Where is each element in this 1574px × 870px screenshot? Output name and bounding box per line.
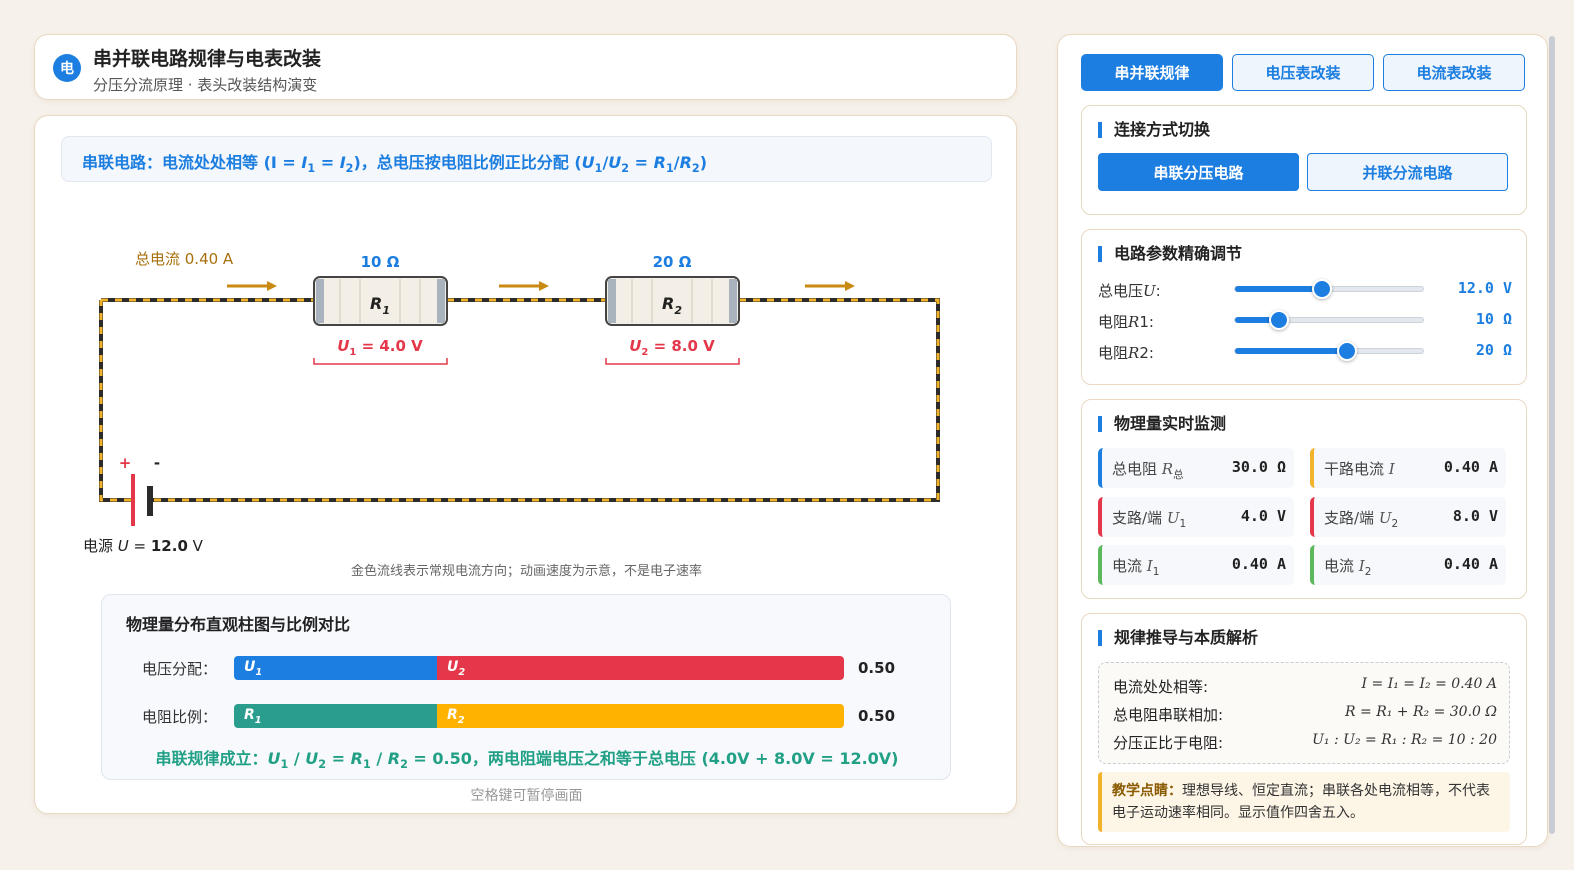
parallel-mode-button[interactable]: 并联分流电路 [1307,153,1508,191]
control-panel: 串并联规律 电压表改装 电流表改装 连接方式切换 串联分压电路 并联分流电路 电… [1057,34,1548,847]
monitor-section: 物理量实时监测 总电阻 R总 30.0 Ω 干路电流 I 0.40 A 支路/端… [1081,399,1527,599]
resistance-bar-row: 电阻比例： R1 R2 0.50 [142,704,922,728]
page-subtitle: 分压分流原理 · 表头改装结构演变 [93,76,318,94]
current-arrow [499,281,549,291]
voltage-slider[interactable] [1234,279,1424,299]
param-value: 10 Ω [1475,310,1512,328]
distribution-chart: 物理量分布直观柱图与比例对比 电压分配： U1 U2 0.50 电阻比例： R1… [101,594,951,780]
series-mode-button[interactable]: 串联分压电路 [1098,153,1299,191]
monitor-title: 物理量实时监测 [1098,416,1226,432]
param-r1: 电阻R1: 10 Ω [1098,308,1512,332]
tab-series-parallel[interactable]: 串并联规律 [1081,54,1223,91]
r1-slider[interactable] [1234,310,1424,330]
param-voltage: 总电压U: 12.0 V [1098,277,1512,301]
metric-u2: 支路/端 U2 8.0 V [1310,497,1506,537]
battery-symbol [131,474,153,526]
tab-voltmeter[interactable]: 电压表改装 [1232,54,1374,91]
derivation-row: 分压正比于电阻: U₁ : U₂ = R₁ : R₂ = 10 : 20 [1113,732,1497,752]
bar-segment-u2: U2 [437,656,844,680]
resistance-ratio-value: 0.50 [858,707,896,725]
circuit-card: 串联电路：电流处处相等 (I = I1 = I2)，总电压按电阻比例正比分配 (… [34,115,1017,814]
circuit-caption: 金色流线表示常规电流方向；动画速度为示意，不是电子速率 [350,564,702,579]
r2-value-label: 20 Ω [653,253,692,271]
formula-bar: 串联电路：电流处处相等 (I = I1 = I2)，总电压按电阻比例正比分配 (… [61,136,992,182]
params-section: 电路参数精确调节 总电压U: 12.0 V 电阻R1: 10 Ω 电阻R2: 2… [1081,229,1527,385]
circuit-wire [99,298,940,502]
source-voltage-label: 电源 U = 12.0 V [83,537,204,555]
connection-title: 连接方式切换 [1098,122,1210,138]
derivation-title: 规律推导与本质解析 [1098,630,1258,646]
voltage-ratio-value: 0.50 [858,659,896,677]
derivation-row: 电流处处相等: I = I₁ = I₂ = 0.40 A [1113,676,1497,696]
slider-handle[interactable] [1312,279,1333,299]
battery-plus: + [119,454,132,472]
metric-u1: 支路/端 U1 4.0 V [1098,497,1294,537]
circuit-diagram: 总电流 0.40 A 10 Ω R1 U1 = 4.0 V 20 Ω R2 U2… [83,250,940,555]
derivation-section: 规律推导与本质解析 电流处处相等: I = I₁ = I₂ = 0.40 A 总电… [1081,613,1527,845]
pause-hint: 空格键可暂停画面 [470,788,583,804]
page-scrollbar[interactable] [1549,36,1555,834]
app-logo-icon: 电 [53,54,81,82]
metric-total-resistance: 总电阻 R总 30.0 Ω [1098,448,1294,488]
derivation-box: 电流处处相等: I = I₁ = I₂ = 0.40 A 总电阻串联相加: R = … [1098,662,1510,764]
total-current-label: 总电流 0.40 A [135,250,234,268]
param-label: 电阻R1: [1098,313,1154,331]
param-r2: 电阻R2: 20 Ω [1098,339,1512,363]
slider-handle[interactable] [1268,310,1289,330]
slider-handle[interactable] [1337,341,1358,361]
r2-label: R [662,294,674,313]
header-card: 电 串并联电路规律与电表改装 分压分流原理 · 表头改装结构演变 [34,34,1017,100]
resistor-r1[interactable]: R1 [313,276,448,326]
r1-value-label: 10 Ω [361,253,400,271]
param-value: 20 Ω [1475,341,1512,359]
bar-segment-r2: R2 [437,704,844,728]
bar-segment-r1: R1 [234,704,437,728]
current-arrow [805,281,855,291]
resistance-bar-label: 电阻比例： [142,708,218,726]
page-title: 串并联电路规律与电表改装 [93,48,322,70]
u2-label: U2 = 8.0 V [629,337,715,358]
tab-bar: 串并联规律 电压表改装 电流表改装 [1081,54,1527,91]
derivation-row: 总电阻串联相加: R = R₁ + R₂ = 30.0 Ω [1113,704,1497,724]
chart-title: 物理量分布直观柱图与比例对比 [126,615,351,634]
teaching-note: 教学点睛：理想导线、恒定直流；串联各处电流相等，不代表电子运动速率相同。显示值作… [1098,772,1510,832]
tab-ammeter[interactable]: 电流表改装 [1383,54,1525,91]
r1-label: R [370,294,382,313]
param-value: 12.0 V [1457,279,1512,297]
metric-i1: 电流 I1 0.40 A [1098,545,1294,585]
voltage-bar-label: 电压分配： [142,660,218,678]
param-label: 电阻R2: [1098,344,1154,362]
u2-bracket [605,358,740,365]
voltage-bar-row: 电压分配： U1 U2 0.50 [142,656,922,680]
u1-label: U1 = 4.0 V [337,337,423,358]
r2-slider[interactable] [1234,341,1424,361]
u1-bracket [313,358,448,365]
series-conclusion: 串联规律成立：U1 / U2 = R1 / R2 = 0.50，两电阻端电压之和… [155,749,899,772]
battery-minus: - [154,454,160,472]
param-label: 总电压U: [1098,282,1161,300]
metric-i2: 电流 I2 0.40 A [1310,545,1506,585]
connection-section: 连接方式切换 串联分压电路 并联分流电路 [1081,105,1527,215]
current-arrow [227,281,277,291]
bar-segment-u1: U1 [234,656,437,680]
metric-main-current: 干路电流 I 0.40 A [1310,448,1506,488]
params-title: 电路参数精确调节 [1098,246,1242,262]
resistor-r2[interactable]: R2 [605,276,740,326]
